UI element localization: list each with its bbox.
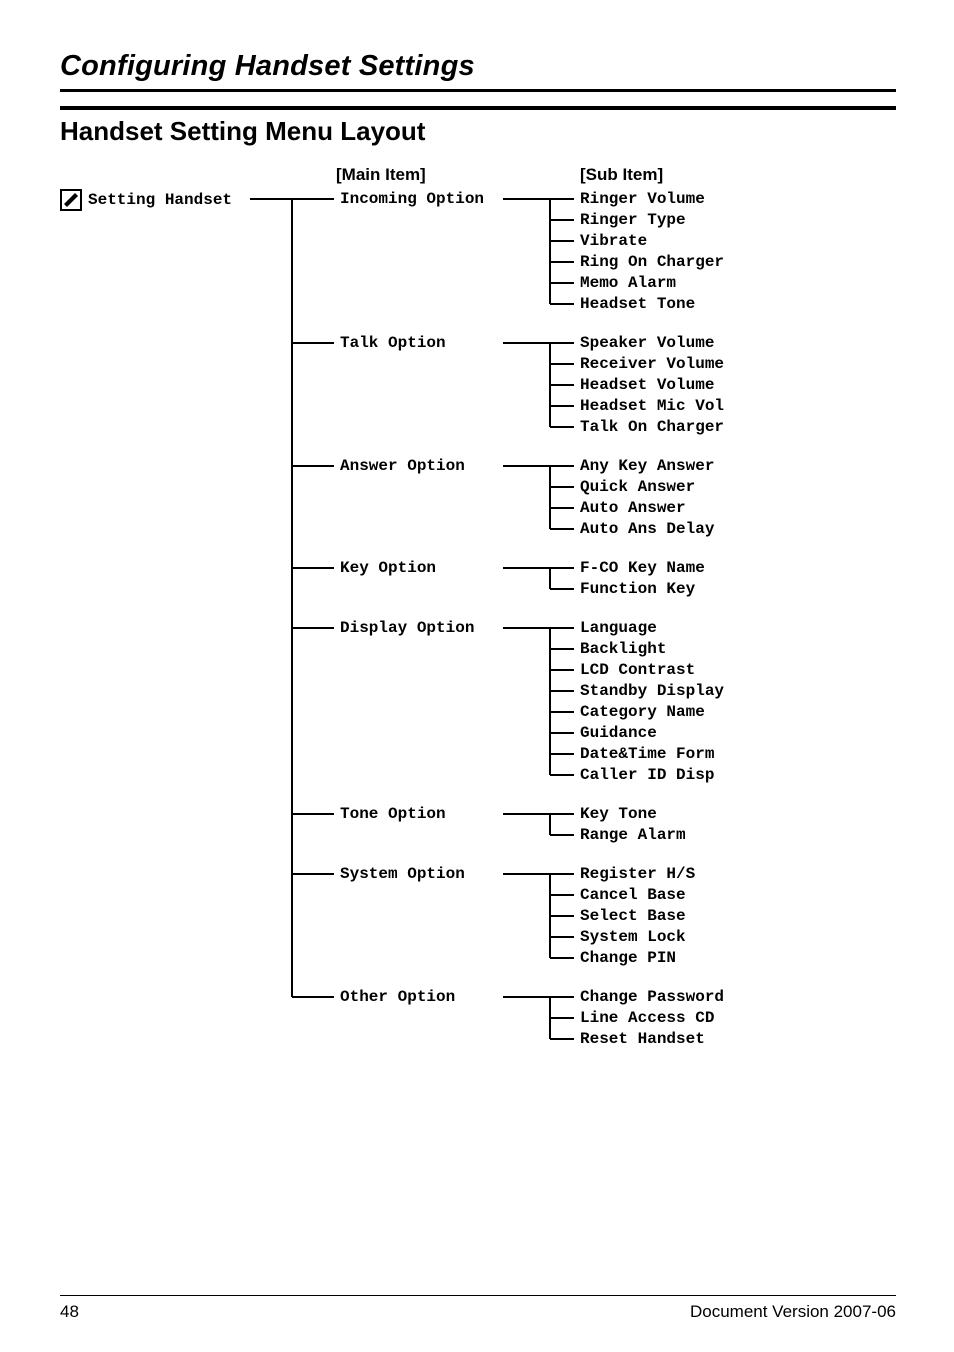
sub-item: Caller ID Disp: [580, 765, 714, 786]
sub-item: Vibrate: [580, 231, 647, 252]
sub-item: Memo Alarm: [580, 273, 676, 294]
sub-item: Line Access CD: [580, 1008, 714, 1029]
main-item: Key Option: [340, 558, 436, 579]
sub-item: Date&Time Form: [580, 744, 714, 765]
sub-item: Any Key Answer: [580, 456, 714, 477]
sub-item: Speaker Volume: [580, 333, 714, 354]
sub-item: Reset Handset: [580, 1029, 705, 1050]
sub-item: Quick Answer: [580, 477, 695, 498]
main-item: Answer Option: [340, 456, 465, 477]
sub-item: Headset Volume: [580, 375, 714, 396]
page-number: 48: [60, 1302, 79, 1322]
sub-item: Select Base: [580, 906, 686, 927]
sub-item: Ringer Volume: [580, 189, 705, 210]
menu-tree-diagram: [Main Item] [Sub Item] Setting Handset I…: [60, 165, 896, 1098]
sub-item: Standby Display: [580, 681, 724, 702]
main-item: Talk Option: [340, 333, 446, 354]
main-item: Tone Option: [340, 804, 446, 825]
sub-item: Receiver Volume: [580, 354, 724, 375]
footer-rule: [60, 1295, 896, 1296]
sub-item: LCD Contrast: [580, 660, 695, 681]
main-item: Display Option: [340, 618, 474, 639]
sub-item: Ring On Charger: [580, 252, 724, 273]
header-rule: [60, 89, 896, 92]
page-title: Configuring Handset Settings: [60, 50, 896, 83]
section-title: Handset Setting Menu Layout: [60, 116, 896, 147]
sub-item: Change PIN: [580, 948, 676, 969]
sub-item: Ringer Type: [580, 210, 686, 231]
sub-item: Headset Mic Vol: [580, 396, 724, 417]
sub-item: Register H/S: [580, 864, 695, 885]
sub-item: Function Key: [580, 579, 695, 600]
sub-item: Talk On Charger: [580, 417, 724, 438]
sub-item: F-CO Key Name: [580, 558, 705, 579]
sub-item: Auto Answer: [580, 498, 686, 519]
sub-item: Backlight: [580, 639, 666, 660]
sub-item: Key Tone: [580, 804, 657, 825]
main-item: System Option: [340, 864, 465, 885]
sub-item: Headset Tone: [580, 294, 695, 315]
sub-item: Change Password: [580, 987, 724, 1008]
sub-item: System Lock: [580, 927, 686, 948]
sub-item: Category Name: [580, 702, 705, 723]
sub-item: Range Alarm: [580, 825, 686, 846]
main-item: Incoming Option: [340, 189, 484, 210]
sub-item: Auto Ans Delay: [580, 519, 714, 540]
sub-item: Cancel Base: [580, 885, 686, 906]
sub-item: Guidance: [580, 723, 657, 744]
document-version: Document Version 2007-06: [690, 1302, 896, 1322]
sub-item: Language: [580, 618, 657, 639]
section-bar: Handset Setting Menu Layout: [60, 106, 896, 147]
footer: 48 Document Version 2007-06: [60, 1295, 896, 1322]
main-item: Other Option: [340, 987, 455, 1008]
